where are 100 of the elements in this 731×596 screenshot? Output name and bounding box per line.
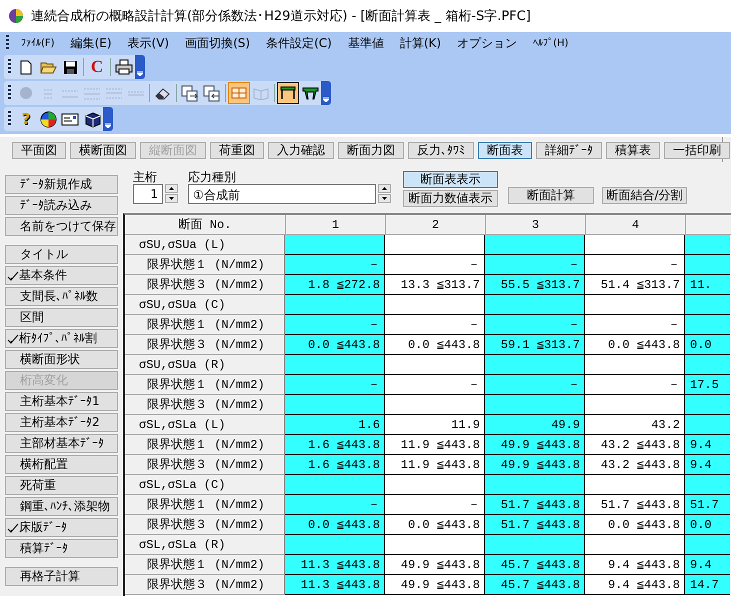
row-label: 限界状態１ (N/mm2) xyxy=(125,495,285,515)
lines-icon xyxy=(83,86,101,100)
sidebar-button[interactable]: 横桁配置 xyxy=(5,455,118,474)
up-icon xyxy=(382,187,387,190)
menu-item[interactable]: ﾌｧｲﾙ(F) xyxy=(13,35,63,51)
table-cell: － xyxy=(485,255,585,275)
lines-icon xyxy=(105,86,123,100)
table-cell: － xyxy=(285,255,385,275)
table-cell: 1.6 ≦443.8 xyxy=(285,435,385,455)
bridge-icon xyxy=(302,86,318,100)
menu-item[interactable]: 計算(K) xyxy=(392,32,450,54)
toolbar-overflow-button[interactable] xyxy=(135,55,145,79)
action-button[interactable]: 断面計算 xyxy=(508,187,594,204)
table-cell: 51.7 xyxy=(685,495,730,515)
table-cell: 14.7 xyxy=(685,575,730,595)
sidebar-button[interactable]: 積算ﾃﾞｰﾀ xyxy=(5,539,118,558)
table-cell: － xyxy=(385,375,485,395)
table-cell: 45.7 ≦443.8 xyxy=(485,575,585,595)
girder-field[interactable]: 1 xyxy=(133,184,163,204)
sidebar-button[interactable]: 床版ﾃﾞｰﾀ xyxy=(5,518,118,537)
table-cell: 9.4 ≦443.8 xyxy=(585,555,685,575)
view-tab[interactable]: 積算表 xyxy=(606,142,660,159)
menu-item[interactable]: 基準値 xyxy=(340,32,392,54)
table-cell: 9.4 xyxy=(685,555,730,575)
table-cell: － xyxy=(585,315,685,335)
sidebar-button[interactable]: ﾃﾞｰﾀ読み込み xyxy=(5,196,118,215)
table-cell: 0.0 ≦443.8 xyxy=(285,515,385,535)
sidebar-button[interactable]: 再格子計算 xyxy=(5,567,118,586)
check-icon xyxy=(7,334,19,344)
row-label: σSL,σSLa (C) xyxy=(125,475,285,495)
view-tab[interactable]: 詳細ﾃﾞｰﾀ xyxy=(536,142,602,159)
spin-up-button[interactable] xyxy=(378,184,391,193)
toolbar-button[interactable] xyxy=(277,82,299,104)
sidebar-button[interactable]: 名前をつけて保存 xyxy=(5,217,118,236)
sidebar-button[interactable]: 横断面形状 xyxy=(5,350,118,369)
menu-item[interactable]: ﾍﾙﾌﾟ(H) xyxy=(525,35,576,51)
import-icon xyxy=(202,84,222,102)
sidebar-button[interactable]: 区間 xyxy=(5,308,118,327)
table-cell: 0.0 xyxy=(685,515,730,535)
table-cell: 51.7 ≦443.8 xyxy=(485,495,585,515)
table-cell: 0.0 ≦443.8 xyxy=(385,335,485,355)
table-cell: 49.9 ≦443.8 xyxy=(485,435,585,455)
toolbar-overflow-button[interactable] xyxy=(321,81,331,105)
sidebar-button[interactable]: 鋼重､ﾊﾝﾁ､添架物 xyxy=(5,497,118,516)
circle-icon xyxy=(19,86,33,100)
view-tab[interactable]: 平面図 xyxy=(12,142,66,159)
sidebar-button[interactable]: 死荷重 xyxy=(5,476,118,495)
stress-type-field[interactable]: ①合成前 xyxy=(188,184,376,204)
table-cell: 1.6 xyxy=(285,415,385,435)
spin-up-button[interactable] xyxy=(165,184,178,193)
menu-item[interactable]: 表示(V) xyxy=(120,32,178,54)
menu-item[interactable]: 画面切換(S) xyxy=(177,32,258,54)
table-cell: 11.3 ≦443.8 xyxy=(285,575,385,595)
table-cell: － xyxy=(285,375,385,395)
row-label: 限界状態３ (N/mm2) xyxy=(125,335,285,355)
table-cell: － xyxy=(285,315,385,335)
printer-icon xyxy=(115,59,133,75)
view-tab[interactable]: 入力確認 xyxy=(268,142,334,159)
sidebar-button[interactable]: 主桁基本ﾃﾞｰﾀ2 xyxy=(5,413,118,432)
app-icon xyxy=(8,8,24,24)
table-cell: 45.7 ≦443.8 xyxy=(485,555,585,575)
row-label: 限界状態１ (N/mm2) xyxy=(125,435,285,455)
table-cell: 51.4 ≦313.7 xyxy=(585,275,685,295)
sidebar-button[interactable]: 主部材基本ﾃﾞｰﾀ xyxy=(5,434,118,453)
sidebar-button[interactable]: 桁ﾀｲﾌﾟ､ﾊﾟﾈﾙ割 xyxy=(5,329,118,348)
action-button[interactable]: 断面表表示 xyxy=(403,171,498,188)
table-cell: － xyxy=(485,375,585,395)
menu-item[interactable]: オプション xyxy=(449,32,526,54)
sidebar-button[interactable]: タイトル xyxy=(5,245,118,264)
table-cell: － xyxy=(385,255,485,275)
spin-down-button[interactable] xyxy=(378,194,391,203)
menu-item[interactable]: 条件設定(C) xyxy=(258,32,340,54)
sidebar-button[interactable]: ﾃﾞｰﾀ新規作成 xyxy=(5,175,118,194)
row-label: σSU,σSUa (C) xyxy=(125,295,285,315)
toolbar-overflow-button[interactable] xyxy=(103,107,113,131)
table-cell: 11. xyxy=(685,275,730,295)
check-icon xyxy=(7,522,19,532)
toolbar-button[interactable]: C xyxy=(86,56,108,78)
spin-down-button[interactable] xyxy=(165,194,178,203)
view-tab[interactable]: 反力､ﾀﾜﾐ xyxy=(408,142,474,159)
action-button[interactable]: 断面力数値表示 xyxy=(403,190,498,207)
view-tab[interactable]: 横断面図 xyxy=(70,142,136,159)
sidebar-button[interactable]: 基本条件 xyxy=(5,266,118,285)
view-tab[interactable]: 断面力図 xyxy=(338,142,404,159)
table-cell: 0.0 ≦443.8 xyxy=(285,335,385,355)
table-cell: 49.9 ≦443.8 xyxy=(385,575,485,595)
table-cell: 43.2 xyxy=(585,415,685,435)
view-tab[interactable]: 一括印刷 xyxy=(664,142,730,159)
view-tab[interactable]: 断面表 xyxy=(478,142,532,159)
column-header: 1 xyxy=(286,215,386,235)
sidebar-button[interactable]: 主桁基本ﾃﾞｰﾀ1 xyxy=(5,392,118,411)
menu-item[interactable]: 編集(E) xyxy=(62,32,120,54)
sidebar-button[interactable]: 支間長､ﾊﾟﾈﾙ数 xyxy=(5,287,118,306)
table-cell: 9.4 xyxy=(685,455,730,475)
table-cell: 0.0 ≦443.8 xyxy=(385,515,485,535)
column-header xyxy=(686,215,731,235)
table-cell: 9.4 xyxy=(685,435,730,455)
action-button[interactable]: 断面結合/分割 xyxy=(602,187,687,204)
table-cell: 0.0 ≦443.8 xyxy=(585,515,685,535)
view-tab[interactable]: 荷重図 xyxy=(210,142,264,159)
